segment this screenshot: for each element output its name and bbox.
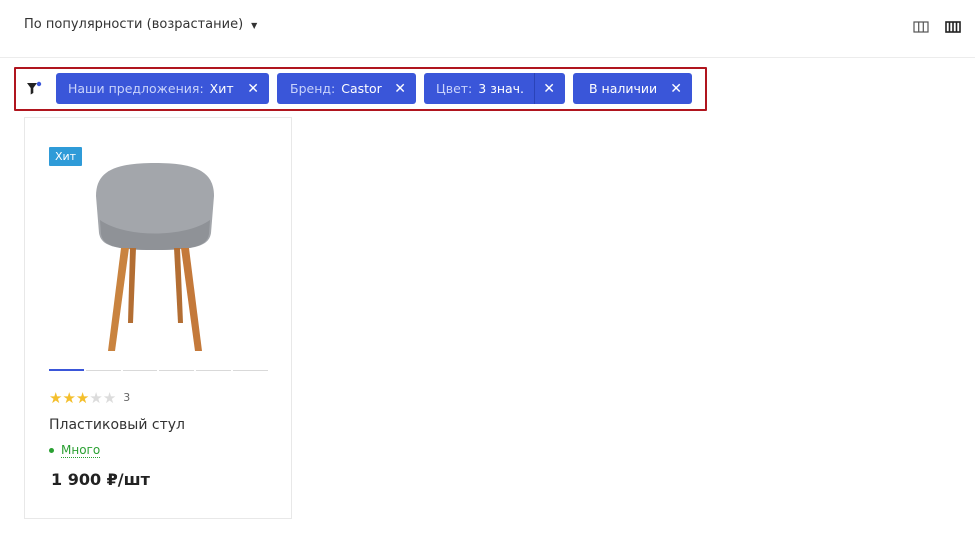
reviews-count: 3 [123,391,131,404]
filter-chip-value: Castor [341,81,382,96]
filter-chip-key: Цвет: [436,81,473,96]
hit-badge: Хит [49,147,83,166]
filter-chip-in-stock: В наличии ✕ [573,73,692,104]
star-icon: ★ [49,389,63,407]
filter-chip-brand: Бренд: Castor ✕ [277,73,416,104]
slider-indicator[interactable] [196,370,232,371]
chip-divider [534,73,535,104]
stock-dot-icon [49,448,54,453]
filter-chip-color[interactable]: Цвет: 3 знач. ✕ [424,73,565,104]
filter-chip-value: Хит [209,81,234,96]
slider-indicator[interactable] [122,370,158,371]
active-filters-bar: Наши предложения: Хит ✕ Бренд: Castor ✕ … [14,67,707,111]
slider-indicator[interactable] [85,370,121,371]
catalog-toolbar: По популярности (возрастание) ▼ [0,0,975,58]
image-slider-indicators [49,369,268,371]
filter-icon[interactable] [25,80,43,98]
product-price: 1 900 ₽/шт [51,470,150,489]
rating-stars: ★★★★★ [49,388,116,407]
sort-dropdown[interactable]: По популярности (возрастание) ▼ [24,17,257,32]
star-icon: ★ [102,389,117,407]
grid-view-icon[interactable] [913,19,929,33]
sort-label: По популярности (возрастание) [24,17,244,32]
close-icon[interactable]: ✕ [394,81,406,97]
caret-down-icon: ▼ [251,20,258,30]
filter-chip-value: В наличии [589,81,658,96]
list-view-icon[interactable] [945,19,961,33]
close-icon[interactable]: ✕ [543,81,555,97]
stock-status: Много [49,443,101,458]
product-card: Хит ★★★★★ 3 Пластиковый стул Много 1 900… [24,117,292,519]
close-icon[interactable]: ✕ [247,81,259,97]
view-mode-switch [913,19,961,33]
filter-chip-key: Бренд: [290,81,336,96]
slider-indicator[interactable] [159,370,195,371]
rating: ★★★★★ 3 [49,388,130,407]
filter-chip-value: 3 знач. [478,81,525,96]
stock-label[interactable]: Много [61,443,101,458]
close-icon[interactable]: ✕ [670,81,682,97]
star-icon: ★ [75,389,90,407]
chair-image[interactable] [85,158,225,353]
star-icon: ★ [89,389,103,407]
star-icon: ★ [62,389,76,407]
product-title[interactable]: Пластиковый стул [49,417,185,433]
slider-indicator[interactable] [49,369,84,371]
filter-chip-offers: Наши предложения: Хит ✕ [56,73,269,104]
filter-chip-key: Наши предложения: [68,81,204,96]
slider-indicator[interactable] [233,370,268,371]
